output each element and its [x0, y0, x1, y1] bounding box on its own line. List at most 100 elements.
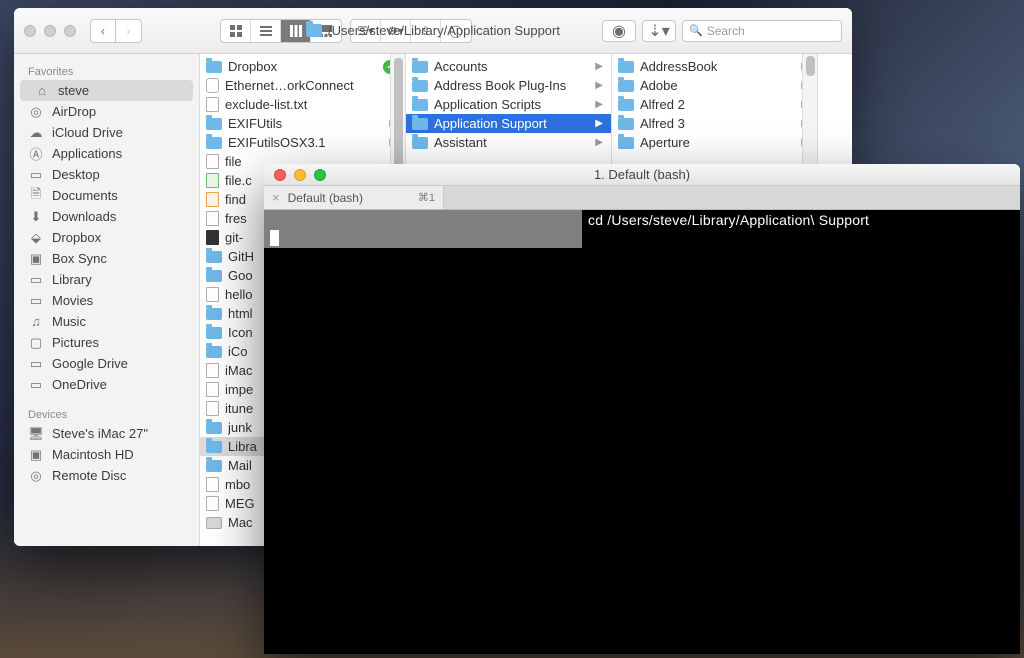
minimize-button[interactable] [44, 25, 56, 37]
search-icon: 🔍 [689, 24, 703, 37]
list-item[interactable]: Application Support ▶ [406, 114, 611, 133]
list-item[interactable]: Adobe▶ [612, 76, 817, 95]
item-label: file.c [225, 173, 252, 188]
sidebar-item-downloads[interactable]: ⬇Downloads [14, 206, 199, 227]
item-label: mbo [225, 477, 250, 492]
item-label: git- [225, 230, 243, 245]
sidebar-item-steve[interactable]: ⌂steve [20, 80, 193, 101]
device-item-macintosh-hd[interactable]: ▣Macintosh HD [14, 444, 199, 465]
file-icon [206, 97, 219, 112]
finder-sidebar[interactable]: Favorites ⌂steve◎AirDrop☁iCloud DriveⒶAp… [14, 54, 200, 546]
dropbox-toolbar-button[interactable]: ⇣▾ [642, 20, 676, 42]
term-minimize-button[interactable] [294, 169, 306, 181]
folder-icon [206, 441, 222, 453]
sidebar-item-pictures[interactable]: ▢Pictures [14, 332, 199, 353]
item-label: impe [225, 382, 253, 397]
folder-icon [206, 251, 222, 263]
chevron-right-icon: ▶ [595, 61, 603, 72]
tab-close-icon[interactable]: × [272, 190, 280, 205]
disc-icon: ◎ [28, 468, 44, 484]
list-item[interactable]: Assistant▶ [406, 133, 611, 152]
item-label: Libra [228, 439, 257, 454]
forward-button[interactable]: › [116, 19, 142, 43]
zoom-button[interactable] [64, 25, 76, 37]
list-item[interactable]: EXIFUtils▶ [200, 114, 405, 133]
search-field[interactable]: 🔍 Search [682, 20, 842, 42]
file-icon [206, 230, 219, 245]
list-item[interactable]: Alfred 2▶ [612, 95, 817, 114]
movie-icon: ▭ [28, 293, 44, 309]
sidebar-item-box-sync[interactable]: ▣Box Sync [14, 248, 199, 269]
title-path: /Users/steve/Library/Application Support [328, 23, 560, 38]
file-icon [206, 211, 219, 226]
folder-icon [206, 327, 222, 339]
sidebar-item-label: Documents [52, 188, 118, 203]
sidebar-item-onedrive[interactable]: ▭OneDrive [14, 374, 199, 395]
chevron-right-icon: ▶ [595, 118, 603, 129]
chevron-right-icon: ▶ [595, 137, 603, 148]
sidebar-item-applications[interactable]: ⒶApplications [14, 143, 199, 164]
device-item-remote-disc[interactable]: ◎Remote Disc [14, 465, 199, 486]
sidebar-item-icloud-drive[interactable]: ☁iCloud Drive [14, 122, 199, 143]
terminal-body[interactable]: cd /Users/steve/Library/Application\ Sup… [264, 210, 1020, 654]
term-close-button[interactable] [274, 169, 286, 181]
list-item[interactable]: EXIFutilsOSX3.1▶ [200, 133, 405, 152]
item-label: junk [228, 420, 252, 435]
list-view-button[interactable] [251, 20, 281, 42]
sidebar-item-documents[interactable]: 🗎Documents [14, 185, 199, 206]
icon-view-button[interactable] [221, 20, 251, 42]
item-label: file [225, 154, 242, 169]
folder-icon [618, 137, 634, 149]
terminal-title-text: 1. Default (bash) [594, 167, 690, 182]
folder-icon [618, 99, 634, 111]
prompt-background [264, 210, 582, 248]
list-item[interactable]: Dropbox✓ [200, 57, 405, 76]
item-label: GitH [228, 249, 254, 264]
desktop-icon: ▭ [28, 167, 44, 183]
sidebar-item-dropbox[interactable]: ⬙Dropbox [14, 227, 199, 248]
sidebar-item-label: Pictures [52, 335, 99, 350]
sidebar-item-movies[interactable]: ▭Movies [14, 290, 199, 311]
sidebar-item-music[interactable]: ♫Music [14, 311, 199, 332]
device-item-steve-s-imac-27-[interactable]: 🖥Steve's iMac 27" [14, 423, 199, 444]
sidebar-item-label: Dropbox [52, 230, 101, 245]
item-label: Address Book Plug-Ins [434, 78, 566, 93]
folder-icon [206, 61, 222, 73]
item-label: itune [225, 401, 253, 416]
apps-icon: Ⓐ [28, 146, 44, 162]
devices-header: Devices [14, 403, 199, 423]
app-icon [206, 78, 219, 93]
back-button[interactable]: ‹ [90, 19, 116, 43]
folder-icon: ▭ [28, 272, 44, 288]
close-button[interactable] [24, 25, 36, 37]
sidebar-item-desktop[interactable]: ▭Desktop [14, 164, 199, 185]
folder-icon [206, 270, 222, 282]
item-label: Adobe [640, 78, 678, 93]
sidebar-item-library[interactable]: ▭ Library [14, 269, 199, 290]
list-item[interactable]: Aperture▶ [612, 133, 817, 152]
item-label: Alfred 3 [640, 116, 685, 131]
quicklook-button[interactable]: ◉ [602, 20, 636, 42]
list-item[interactable]: Address Book Plug-Ins▶ [406, 76, 611, 95]
folder-icon [618, 80, 634, 92]
list-item[interactable]: Ethernet…orkConnect [200, 76, 405, 95]
folder-icon [206, 422, 222, 434]
list-item[interactable]: Alfred 3▶ [612, 114, 817, 133]
hd-icon: ▣ [28, 447, 44, 463]
folder-icon [412, 118, 428, 130]
sidebar-item-airdrop[interactable]: ◎AirDrop [14, 101, 199, 122]
list-item[interactable]: Accounts▶ [406, 57, 611, 76]
folder-icon [412, 99, 428, 111]
term-zoom-button[interactable] [314, 169, 326, 181]
sidebar-item-google-drive[interactable]: ▭Google Drive [14, 353, 199, 374]
item-label: Application Support [434, 116, 547, 131]
folder-icon [206, 346, 222, 358]
file-icon [206, 496, 219, 511]
folder-icon [206, 308, 222, 320]
terminal-tab[interactable]: × Default (bash) ⌘1 [264, 186, 444, 209]
list-item[interactable]: AddressBook▶ [612, 57, 817, 76]
list-item[interactable]: exclude-list.txt [200, 95, 405, 114]
list-item[interactable]: Application Scripts▶ [406, 95, 611, 114]
item-label: EXIFutilsOSX3.1 [228, 135, 326, 150]
sidebar-item-label: Library [52, 272, 92, 287]
